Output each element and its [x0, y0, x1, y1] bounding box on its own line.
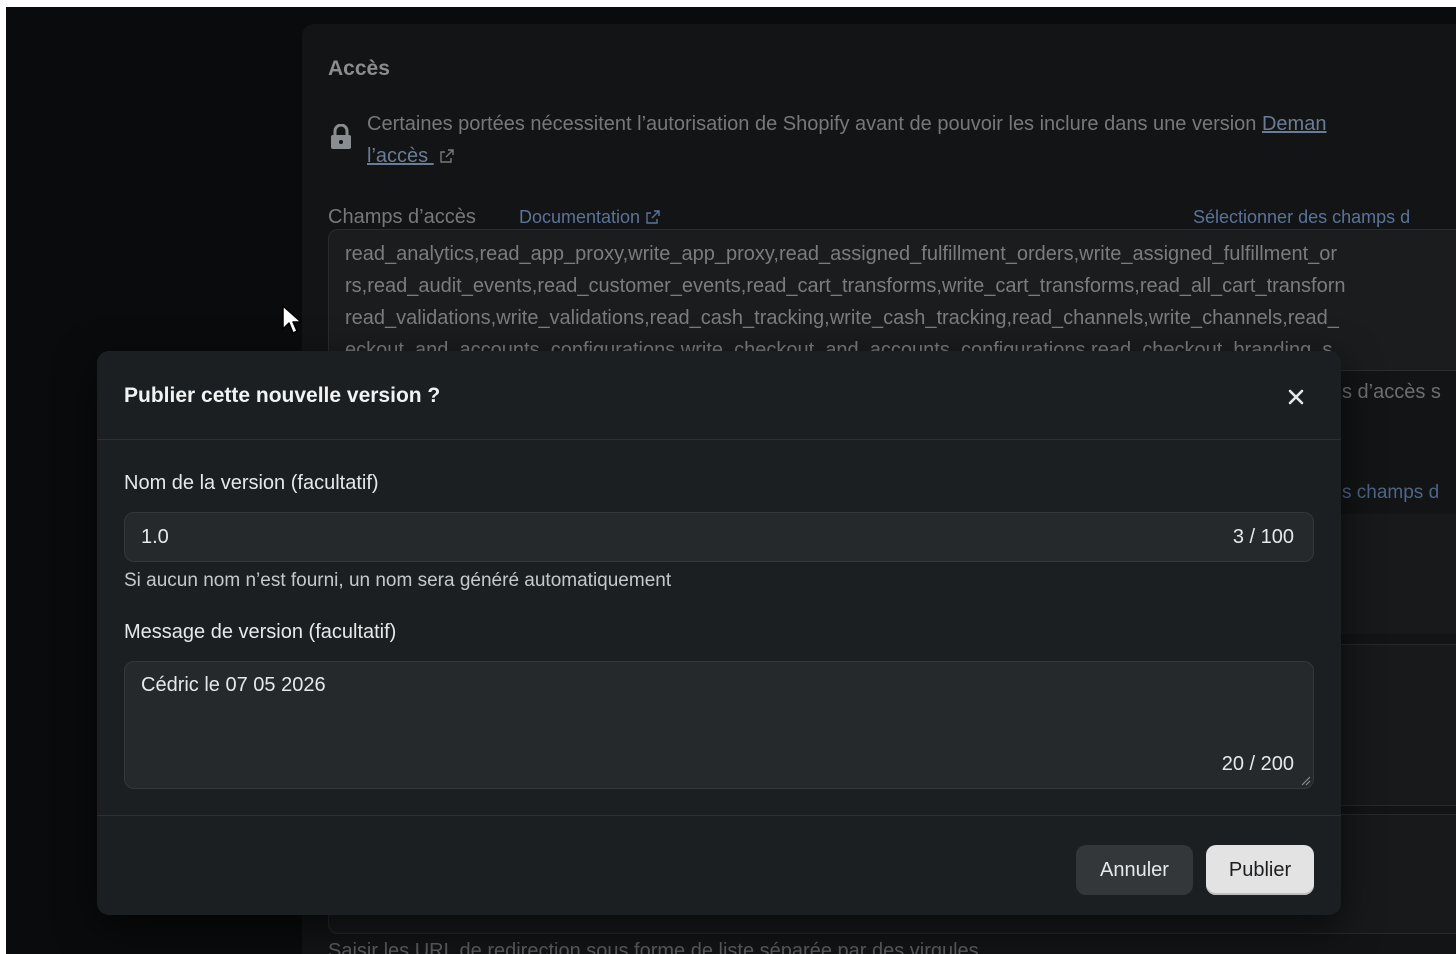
- access-section-title: Accès: [328, 57, 390, 80]
- request-access-link[interactable]: Deman: [1262, 113, 1326, 135]
- external-link-icon: [440, 149, 454, 163]
- select-access-fields-link[interactable]: Sélectionner des champs d: [1193, 207, 1410, 228]
- mouse-cursor-icon: [282, 305, 302, 334]
- access-notice-text: Certaines portées nécessitent l’autorisa…: [367, 113, 1262, 135]
- screen: Accès Certaines portées nécessitent l’au…: [6, 7, 1456, 954]
- cancel-button[interactable]: Annuler: [1076, 845, 1193, 895]
- redirect-urls-helper: Saisir les URL de redirection sous forme…: [328, 940, 979, 954]
- version-name-value: 1.0: [141, 526, 169, 548]
- lock-icon: [331, 124, 351, 149]
- publish-version-modal: Publier cette nouvelle version ? Nom de …: [97, 351, 1341, 915]
- version-message-textarea[interactable]: Cédric le 07 05 2026 20 / 200: [124, 661, 1314, 789]
- version-message-counter: 20 / 200: [1221, 753, 1294, 775]
- version-message-value: Cédric le 07 05 2026: [141, 674, 326, 696]
- scopes-line: read_analytics,read_app_proxy,write_app_…: [345, 243, 1338, 265]
- resize-handle-icon[interactable]: [1299, 774, 1311, 786]
- scopes-line: rs,read_audit_events,read_customer_event…: [345, 275, 1346, 297]
- access-fields-label: Champs d’accès: [328, 206, 476, 228]
- version-name-counter: 3 / 100: [1232, 526, 1294, 548]
- access-scopes-field[interactable]: read_analytics,read_app_proxy,write_app_…: [328, 229, 1456, 371]
- access-notice: Certaines portées nécessitent l’autorisa…: [367, 108, 1456, 172]
- background-side-link[interactable]: s champs d: [1342, 482, 1439, 504]
- modal-header: Publier cette nouvelle version ?: [97, 351, 1341, 440]
- scopes-line: read_validations,write_validations,read_…: [345, 307, 1339, 329]
- close-icon[interactable]: [1283, 384, 1309, 410]
- modal-footer: Annuler Publier: [97, 815, 1341, 916]
- version-name-label: Nom de la version (facultatif): [124, 472, 379, 494]
- modal-title: Publier cette nouvelle version ?: [124, 384, 441, 407]
- background-panel: [1338, 644, 1456, 806]
- publish-button[interactable]: Publier: [1206, 845, 1314, 895]
- background-side-text: s d’accès s: [1342, 381, 1441, 403]
- documentation-link[interactable]: Documentation: [519, 207, 660, 228]
- external-link-icon: [646, 210, 660, 224]
- documentation-link-label: Documentation: [519, 207, 641, 227]
- background-panel: [1338, 514, 1456, 634]
- version-name-helper: Si aucun nom n’est fourni, un nom sera g…: [124, 570, 672, 591]
- version-message-label: Message de version (facultatif): [124, 621, 397, 643]
- version-name-input[interactable]: 1.0 3 / 100: [124, 512, 1314, 562]
- request-access-link-cont[interactable]: l’accès: [367, 145, 434, 167]
